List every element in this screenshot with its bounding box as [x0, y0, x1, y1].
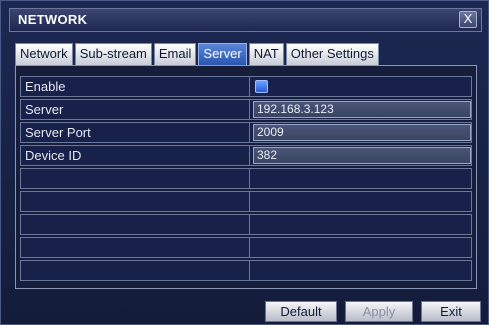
enable-checkbox[interactable]	[255, 80, 268, 93]
tab-bar: Network Sub-stream Email Server NAT Othe…	[15, 43, 379, 65]
default-button[interactable]: Default	[265, 301, 337, 322]
server-port-input[interactable]: 2009	[253, 124, 471, 141]
enable-label: Enable	[25, 79, 66, 94]
empty-row	[20, 260, 472, 281]
row-server-port: Server Port 2009	[20, 122, 472, 143]
empty-row	[20, 214, 472, 235]
apply-button[interactable]: Apply	[345, 301, 413, 322]
server-address-input[interactable]: 192.168.3.123	[253, 101, 471, 118]
column-divider	[249, 261, 250, 280]
tab-sub-stream[interactable]: Sub-stream	[74, 43, 152, 65]
server-settings-panel: Enable Server 192.168.3.123 Server Port …	[15, 65, 477, 289]
empty-row	[20, 168, 472, 189]
server-port-label: Server Port	[25, 125, 91, 140]
close-icon: X	[463, 11, 473, 26]
network-dialog: NETWORK X Network Sub-stream Email Serve…	[0, 0, 489, 325]
dialog-title: NETWORK	[18, 12, 88, 27]
exit-button[interactable]: Exit	[421, 301, 481, 322]
tab-email[interactable]: Email	[153, 43, 197, 65]
column-divider	[249, 238, 250, 257]
empty-row	[20, 237, 472, 258]
column-divider	[249, 192, 250, 211]
row-enable: Enable	[20, 76, 472, 97]
tab-server[interactable]: Server	[198, 43, 247, 65]
row-server: Server 192.168.3.123	[20, 99, 472, 120]
title-bar: NETWORK X	[9, 8, 482, 32]
row-device-id: Device ID 382	[20, 145, 472, 166]
action-bar: Default Apply Exit	[1, 301, 489, 323]
tab-nat[interactable]: NAT	[248, 43, 284, 65]
close-button[interactable]: X	[459, 11, 477, 28]
tab-other-settings[interactable]: Other Settings	[285, 43, 379, 65]
column-divider	[249, 215, 250, 234]
column-divider	[249, 77, 250, 96]
column-divider	[249, 123, 250, 142]
device-id-label: Device ID	[25, 148, 82, 163]
server-label: Server	[25, 102, 64, 117]
column-divider	[249, 100, 250, 119]
tab-network[interactable]: Network	[15, 43, 73, 65]
empty-row	[20, 191, 472, 212]
column-divider	[249, 146, 250, 165]
device-id-input[interactable]: 382	[253, 147, 471, 164]
column-divider	[249, 169, 250, 188]
